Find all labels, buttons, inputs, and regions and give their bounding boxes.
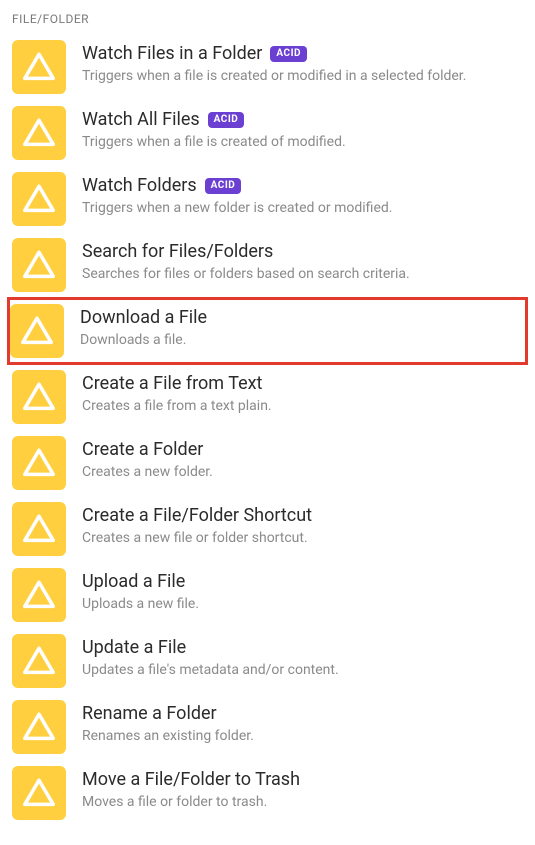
item-text: Rename a Folder Renames an existing fold… bbox=[82, 700, 523, 747]
item-title: Update a File bbox=[82, 636, 186, 659]
list-item[interactable]: Upload a File Uploads a new file. bbox=[12, 562, 523, 628]
item-description: Triggers when a new folder is created or… bbox=[82, 199, 523, 219]
item-description: Downloads a file. bbox=[80, 331, 523, 351]
item-title: Watch Files in a Folder bbox=[82, 42, 262, 65]
item-text: Watch Folders ACID Triggers when a new f… bbox=[82, 172, 523, 219]
item-description: Moves a file or folder to trash. bbox=[82, 793, 523, 813]
list-item[interactable]: Watch Files in a Folder ACID Triggers wh… bbox=[12, 34, 523, 100]
item-title: Upload a File bbox=[82, 570, 185, 593]
list-item[interactable]: Move a File/Folder to Trash Moves a file… bbox=[12, 760, 523, 826]
list-item[interactable]: Update a File Updates a file's metadata … bbox=[12, 628, 523, 694]
item-title: Rename a Folder bbox=[82, 702, 217, 725]
drive-icon bbox=[12, 634, 66, 688]
item-text: Watch Files in a Folder ACID Triggers wh… bbox=[82, 40, 523, 87]
module-list: Watch Files in a Folder ACID Triggers wh… bbox=[12, 34, 523, 826]
item-description: Searches for files or folders based on s… bbox=[82, 265, 523, 285]
item-text: Create a File/Folder Shortcut Creates a … bbox=[82, 502, 523, 549]
list-item[interactable]: Rename a Folder Renames an existing fold… bbox=[12, 694, 523, 760]
item-text: Create a Folder Creates a new folder. bbox=[82, 436, 523, 483]
list-item[interactable]: Create a File/Folder Shortcut Creates a … bbox=[12, 496, 523, 562]
list-item[interactable]: Create a Folder Creates a new folder. bbox=[12, 430, 523, 496]
list-item[interactable]: Watch All Files ACID Triggers when a fil… bbox=[12, 100, 523, 166]
drive-icon bbox=[12, 370, 66, 424]
drive-icon bbox=[12, 40, 66, 94]
item-description: Creates a new folder. bbox=[82, 463, 523, 483]
item-description: Renames an existing folder. bbox=[82, 727, 523, 747]
drive-icon bbox=[12, 766, 66, 820]
item-title: Download a File bbox=[80, 306, 207, 329]
list-item[interactable]: Watch Folders ACID Triggers when a new f… bbox=[12, 166, 523, 232]
item-description: Triggers when a file is created or modif… bbox=[82, 67, 523, 87]
item-title: Create a Folder bbox=[82, 438, 203, 461]
item-text: Update a File Updates a file's metadata … bbox=[82, 634, 523, 681]
section-header: FILE/FOLDER bbox=[12, 8, 523, 34]
list-item[interactable]: Search for Files/Folders Searches for fi… bbox=[12, 232, 523, 298]
item-text: Move a File/Folder to Trash Moves a file… bbox=[82, 766, 523, 813]
acid-badge: ACID bbox=[205, 178, 242, 194]
list-item[interactable]: Download a File Downloads a file. bbox=[8, 298, 527, 364]
acid-badge: ACID bbox=[208, 112, 245, 128]
item-text: Upload a File Uploads a new file. bbox=[82, 568, 523, 615]
drive-icon bbox=[12, 568, 66, 622]
drive-icon bbox=[12, 172, 66, 226]
drive-icon bbox=[12, 106, 66, 160]
item-text: Search for Files/Folders Searches for fi… bbox=[82, 238, 523, 285]
item-description: Creates a new file or folder shortcut. bbox=[82, 529, 523, 549]
item-description: Creates a file from a text plain. bbox=[82, 397, 523, 417]
item-text: Create a File from Text Creates a file f… bbox=[82, 370, 523, 417]
item-title: Create a File/Folder Shortcut bbox=[82, 504, 312, 527]
drive-icon bbox=[12, 436, 66, 490]
item-title: Move a File/Folder to Trash bbox=[82, 768, 300, 791]
drive-icon bbox=[12, 700, 66, 754]
drive-icon bbox=[10, 304, 64, 358]
item-text: Watch All Files ACID Triggers when a fil… bbox=[82, 106, 523, 153]
item-title: Watch Folders bbox=[82, 174, 197, 197]
drive-icon bbox=[12, 238, 66, 292]
item-title: Search for Files/Folders bbox=[82, 240, 273, 263]
acid-badge: ACID bbox=[270, 46, 307, 62]
item-description: Uploads a new file. bbox=[82, 595, 523, 615]
item-description: Triggers when a file is created of modif… bbox=[82, 133, 523, 153]
item-text: Download a File Downloads a file. bbox=[80, 304, 523, 351]
drive-icon bbox=[12, 502, 66, 556]
item-title: Create a File from Text bbox=[82, 372, 262, 395]
item-description: Updates a file's metadata and/or content… bbox=[82, 661, 523, 681]
list-item[interactable]: Create a File from Text Creates a file f… bbox=[12, 364, 523, 430]
item-title: Watch All Files bbox=[82, 108, 200, 131]
